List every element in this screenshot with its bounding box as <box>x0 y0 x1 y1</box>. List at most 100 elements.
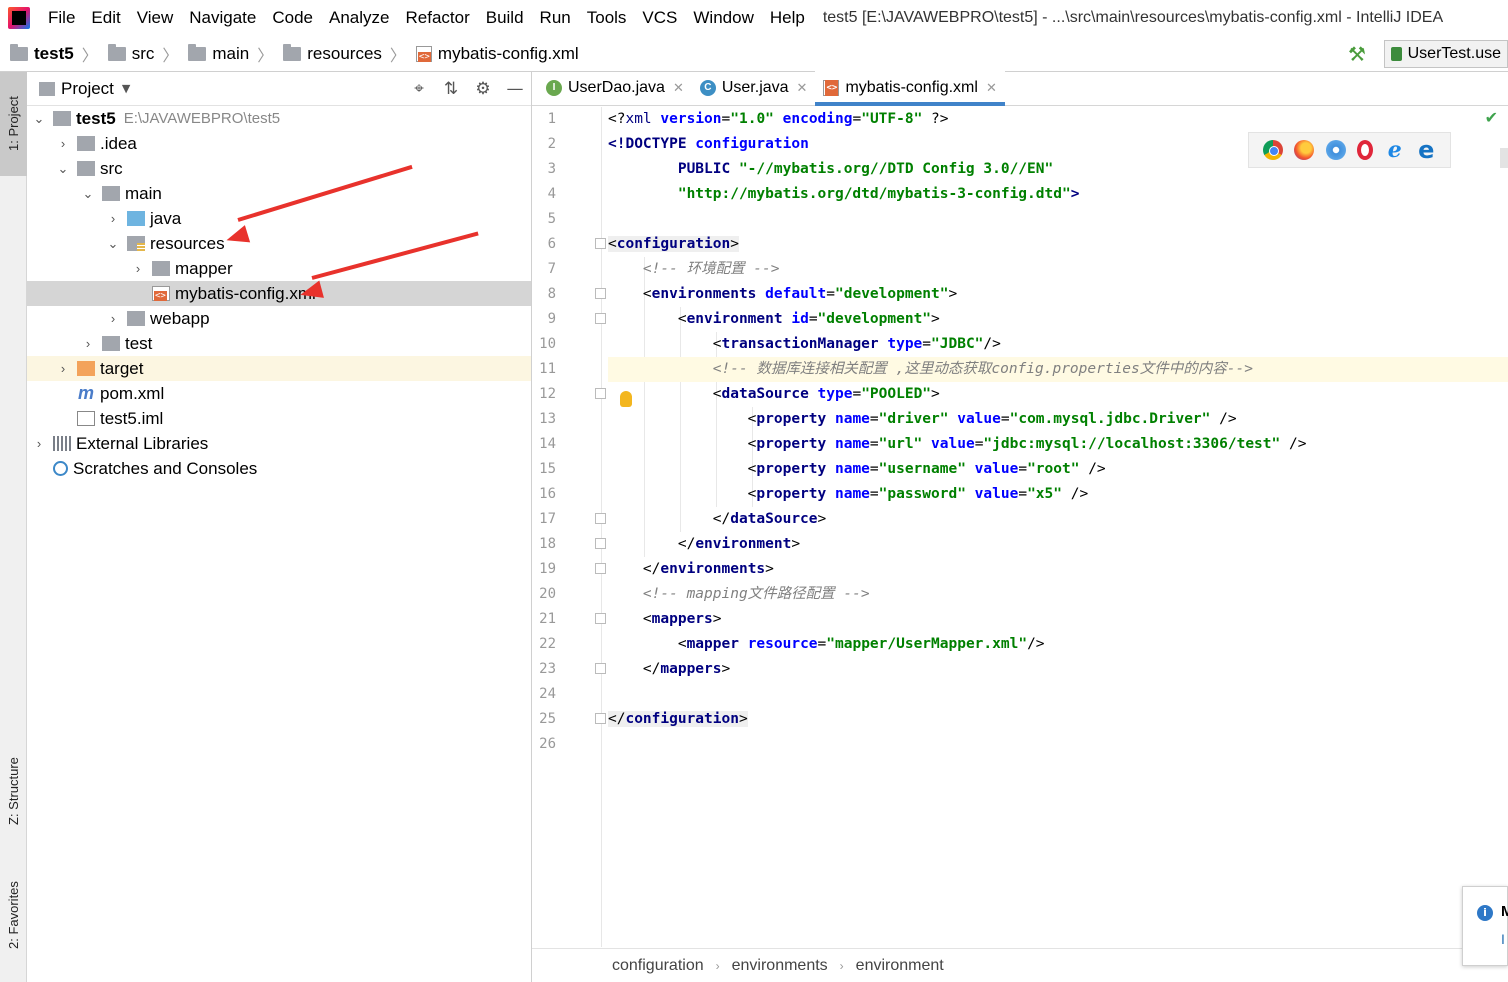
opera-icon[interactable] <box>1357 140 1374 160</box>
tree-item-resources[interactable]: ⌄ resources <box>27 231 531 256</box>
tab-userdao[interactable]: I UserDao.java ✕ <box>538 71 692 105</box>
resources-folder-icon <box>127 236 145 251</box>
line-number: 15 <box>539 461 556 477</box>
chevron-right-icon[interactable]: › <box>55 361 71 376</box>
chrome-icon[interactable] <box>1262 140 1283 160</box>
resources-folder-icon <box>283 43 302 61</box>
tree-item-java[interactable]: › java <box>27 206 531 231</box>
chevron-right-icon[interactable]: › <box>80 336 96 351</box>
fold-marker-icon[interactable] <box>595 288 606 299</box>
chevron-right-icon[interactable]: › <box>105 211 121 226</box>
structure-crumb[interactable]: environment <box>856 957 944 975</box>
tool-tab-project[interactable]: 1: Project <box>0 72 27 176</box>
breadcrumb-src[interactable]: src 〉 <box>98 42 178 66</box>
code-area[interactable]: <?xml version="1.0" encoding="UTF-8" ?> … <box>608 107 1508 947</box>
tree-item-mybatis-config[interactable]: mybatis-config.xml <box>27 281 531 306</box>
tree-item-idea[interactable]: › .idea <box>27 131 531 156</box>
fold-marker-icon[interactable] <box>595 238 606 249</box>
menu-view[interactable]: View <box>129 0 182 36</box>
menu-vcs[interactable]: VCS <box>634 0 685 36</box>
line-number: 10 <box>539 336 556 352</box>
tree-item-test5[interactable]: ⌄ test5 E:\JAVAWEBPRO\test5 <box>27 106 531 131</box>
fold-marker-icon[interactable] <box>595 563 606 574</box>
menu-code[interactable]: Code <box>264 0 321 36</box>
collapse-all-icon[interactable]: ⇅ <box>435 77 467 101</box>
editor-tabs: I UserDao.java ✕ C User.java ✕ mybatis-c… <box>532 71 1508 106</box>
close-icon[interactable]: ✕ <box>673 80 684 96</box>
menu-edit[interactable]: Edit <box>83 0 128 36</box>
menu-window[interactable]: Window <box>685 0 761 36</box>
folder-icon <box>107 43 126 61</box>
fold-marker-icon[interactable] <box>595 538 606 549</box>
fold-marker-icon[interactable] <box>595 613 606 624</box>
build-hammer-icon[interactable]: ⚒ <box>1346 43 1368 65</box>
chevron-down-icon[interactable]: ⌄ <box>105 236 121 252</box>
tree-item-webapp[interactable]: › webapp <box>27 306 531 331</box>
tree-item-target[interactable]: › target <box>27 356 531 381</box>
breadcrumb-project[interactable]: test5 〉 <box>0 42 98 66</box>
menu-analyze[interactable]: Analyze <box>321 0 397 36</box>
chevron-down-icon[interactable]: ⌄ <box>31 111 47 127</box>
gear-icon[interactable]: ⚙ <box>467 77 499 101</box>
menu-file[interactable]: File <box>40 0 83 36</box>
notification-link[interactable]: I <box>1501 931 1505 947</box>
code-line-current: <!-- 数据库连接相关配置 ,这里动态获取config.properties文… <box>608 357 1508 382</box>
chevron-down-icon[interactable]: ▼ <box>122 82 130 95</box>
fold-marker-icon[interactable] <box>595 388 606 399</box>
chevron-right-icon[interactable]: › <box>105 311 121 326</box>
breadcrumb-resources[interactable]: resources 〉 <box>273 42 406 66</box>
tree-item-iml[interactable]: test5.iml <box>27 406 531 431</box>
tree-item-main[interactable]: ⌄ main <box>27 181 531 206</box>
tool-tab-favorites[interactable]: 2: Favorites <box>0 862 27 968</box>
line-number: 26 <box>539 736 556 752</box>
menu-tools[interactable]: Tools <box>579 0 635 36</box>
edge-icon[interactable]: e <box>1416 138 1436 162</box>
tree-item-mapper[interactable]: › mapper <box>27 256 531 281</box>
menu-build[interactable]: Build <box>478 0 532 36</box>
breadcrumb-main[interactable]: main 〉 <box>178 42 273 66</box>
chevron-right-icon[interactable]: › <box>31 436 47 451</box>
tree-item-scratches[interactable]: Scratches and Consoles <box>27 456 531 481</box>
notification-popup[interactable]: i M I <box>1462 886 1508 966</box>
menu-run[interactable]: Run <box>532 0 579 36</box>
breadcrumb-file[interactable]: mybatis-config.xml <box>406 44 579 64</box>
tree-item-external-libraries[interactable]: › External Libraries <box>27 431 531 456</box>
xml-file-icon <box>823 80 840 96</box>
tool-tab-structure[interactable]: Z: Structure <box>0 738 27 844</box>
fold-marker-icon[interactable] <box>595 313 606 324</box>
fold-marker-icon[interactable] <box>595 713 606 724</box>
line-number: 20 <box>539 586 556 602</box>
run-configuration-select[interactable]: UserTest.use <box>1384 40 1508 68</box>
tree-item-test[interactable]: › test <box>27 331 531 356</box>
fold-marker-icon[interactable] <box>595 513 606 524</box>
tree-item-path: E:\JAVAWEBPRO\test5 <box>123 110 281 127</box>
project-panel-header: Project ▼ ⌖ ⇅ ⚙ — <box>27 72 531 106</box>
tab-user[interactable]: C User.java ✕ <box>692 71 816 105</box>
source-folder-icon <box>127 211 145 226</box>
hide-panel-icon[interactable]: — <box>499 77 531 101</box>
notification-title: M <box>1501 903 1508 920</box>
close-icon[interactable]: ✕ <box>797 80 808 96</box>
breadcrumb-label: mybatis-config.xml <box>437 43 579 63</box>
menu-navigate[interactable]: Navigate <box>181 0 264 36</box>
chevron-right-icon[interactable]: › <box>55 136 71 151</box>
fold-marker-icon[interactable] <box>595 663 606 674</box>
tree-item-src[interactable]: ⌄ src <box>27 156 531 181</box>
chevron-right-icon[interactable]: › <box>130 261 146 276</box>
safari-icon[interactable] <box>1325 140 1346 160</box>
tree-item-pom[interactable]: m pom.xml <box>27 381 531 406</box>
breadcrumb-label: test5 <box>34 43 74 63</box>
structure-crumb[interactable]: configuration <box>612 957 704 975</box>
structure-crumb[interactable]: environments <box>732 957 828 975</box>
locate-file-icon[interactable]: ⌖ <box>403 77 435 101</box>
firefox-icon[interactable] <box>1294 140 1315 160</box>
chevron-down-icon[interactable]: ⌄ <box>80 186 96 202</box>
internet-explorer-icon[interactable]: e <box>1385 139 1405 161</box>
tab-mybatis-config[interactable]: mybatis-config.xml ✕ <box>815 71 1006 106</box>
code-line: <!-- mapping文件路径配置 --> <box>608 586 870 602</box>
project-panel-title[interactable]: Project <box>61 79 114 99</box>
chevron-down-icon[interactable]: ⌄ <box>55 161 71 177</box>
menu-help[interactable]: Help <box>762 0 813 36</box>
close-icon[interactable]: ✕ <box>986 80 997 96</box>
menu-refactor[interactable]: Refactor <box>397 0 477 36</box>
